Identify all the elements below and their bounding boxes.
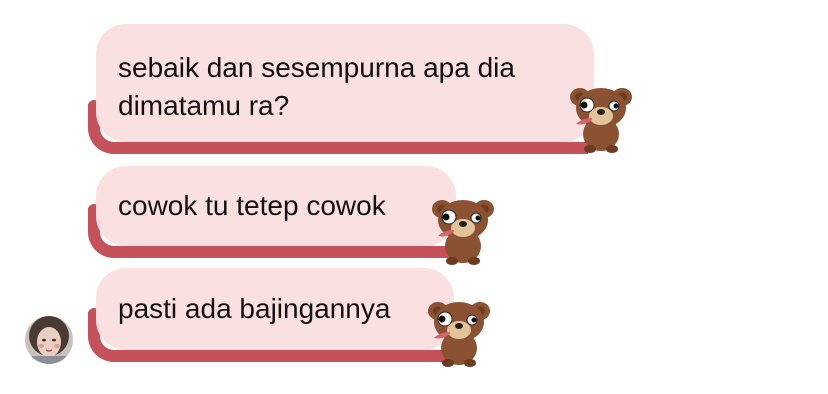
avatar-photo	[25, 316, 73, 364]
message-text: sebaik dan sesempurna apa dia dimatamu r…	[118, 52, 515, 121]
bear-peek-icon	[570, 87, 632, 154]
avatar[interactable]	[25, 316, 73, 364]
chat-thread: sebaik dan sesempurna apa dia dimatamu r…	[0, 0, 828, 394]
message-1[interactable]: sebaik dan sesempurna apa dia dimatamu r…	[0, 0, 828, 160]
message-2[interactable]: cowok tu tetep cowok	[0, 160, 828, 266]
bear-peek-icon	[428, 301, 490, 368]
message-3[interactable]: pasti ada bajingannya	[0, 262, 828, 394]
message-bubble[interactable]: cowok tu tetep cowok	[96, 166, 456, 246]
message-text: cowok tu tetep cowok	[118, 190, 386, 221]
message-bubble[interactable]: pasti ada bajingannya	[96, 268, 454, 350]
message-text: pasti ada bajingannya	[118, 293, 391, 324]
bear-peek-icon	[432, 199, 494, 266]
message-bubble[interactable]: sebaik dan sesempurna apa dia dimatamu r…	[96, 24, 594, 142]
